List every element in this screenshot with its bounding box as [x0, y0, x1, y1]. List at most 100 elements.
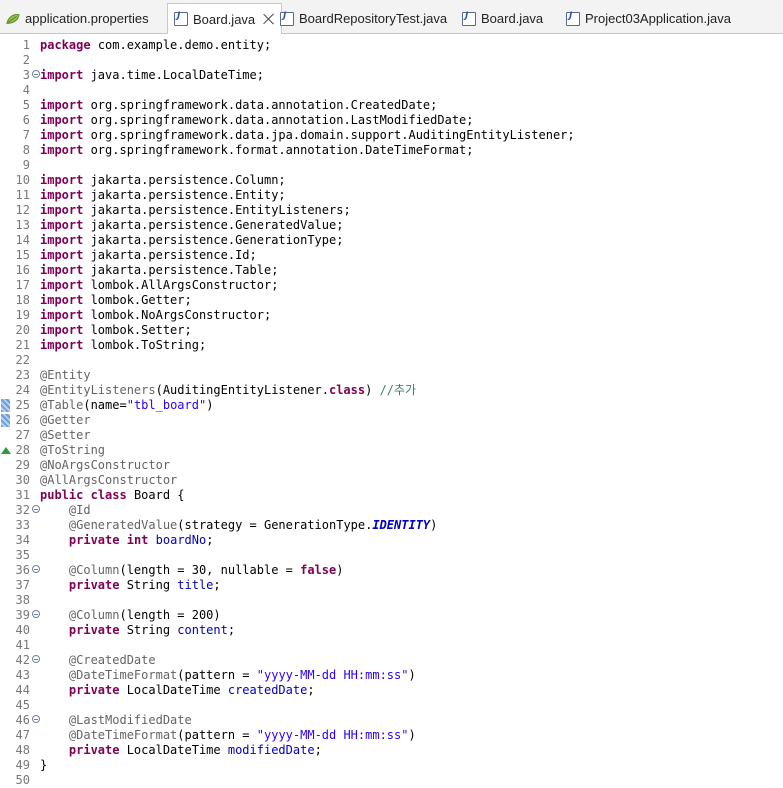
- line-number: 11: [15, 188, 30, 202]
- code-line[interactable]: 17 import lombok.AllArgsConstructor;: [0, 278, 783, 293]
- code-token: LocalDateTime: [119, 743, 228, 757]
- code-line[interactable]: 42 @CreatedDate: [0, 653, 783, 668]
- properties-leaf-icon: [6, 13, 20, 24]
- code-line[interactable]: 12 import jakarta.persistence.EntityListe…: [0, 203, 783, 218]
- code-line[interactable]: 37 private String title;: [0, 578, 783, 593]
- code-line[interactable]: 20 import lombok.Setter;: [0, 323, 783, 338]
- code-line[interactable]: 14 import jakarta.persistence.GenerationT…: [0, 233, 783, 248]
- code-line[interactable]: 38: [0, 593, 783, 608]
- code-line[interactable]: 5 import org.springframework.data.annotat…: [0, 98, 783, 113]
- code-token: ;: [314, 743, 322, 757]
- tab-application-properties[interactable]: application.properties: [6, 4, 149, 33]
- fold-collapse-icon[interactable]: [32, 715, 40, 723]
- code-text: import lombok.NoArgsConstructor;: [40, 308, 271, 323]
- code-text: public class Board {: [40, 488, 185, 503]
- code-line[interactable]: 10 import jakarta.persistence.Column;: [0, 173, 783, 188]
- code-editor[interactable]: 1 package com.example.demo.entity; 2 3 impor…: [0, 34, 783, 787]
- code-line[interactable]: 27 @Setter: [0, 428, 783, 443]
- tab-board-java[interactable]: J Board.java: [462, 4, 543, 33]
- code-token: @Entity: [40, 368, 91, 382]
- fold-collapse-icon[interactable]: [32, 565, 40, 573]
- code-token: "tbl_board": [126, 398, 207, 412]
- tab-board-java-active[interactable]: J Board.java: [167, 3, 283, 34]
- code-line[interactable]: 35: [0, 548, 783, 563]
- code-line[interactable]: 18 import lombok.Getter;: [0, 293, 783, 308]
- code-line[interactable]: 43 @DateTimeFormat(pattern = "yyyy-MM-dd…: [0, 668, 783, 683]
- code-line[interactable]: 50: [0, 773, 783, 788]
- fold-collapse-icon[interactable]: [32, 610, 40, 618]
- code-line[interactable]: 1 package com.example.demo.entity;: [0, 38, 783, 53]
- line-number: 31: [15, 488, 30, 502]
- code-line[interactable]: 32 @Id: [0, 503, 783, 518]
- line-number: 41: [15, 638, 30, 652]
- line-number: 32: [15, 503, 30, 517]
- code-line[interactable]: 41: [0, 638, 783, 653]
- code-token: IDENTITY: [372, 518, 431, 532]
- code-line[interactable]: 48 private LocalDateTime modifiedDate;: [0, 743, 783, 758]
- code-text: import org.springframework.data.annotati…: [40, 113, 474, 128]
- code-token: "yyyy-MM-dd HH:mm:ss": [256, 728, 409, 742]
- code-line[interactable]: 9: [0, 158, 783, 173]
- fold-collapse-icon[interactable]: [32, 655, 40, 663]
- code-token: jakarta.persistence.GenerationType;: [83, 233, 344, 247]
- code-token: import: [40, 323, 84, 337]
- code-line[interactable]: 28 @ToString: [0, 443, 783, 458]
- code-line[interactable]: 7 import org.springframework.data.jpa.dom…: [0, 128, 783, 143]
- code-token: jakarta.persistence.Id;: [83, 248, 257, 262]
- code-line[interactable]: 40 private String content;: [0, 623, 783, 638]
- code-line[interactable]: 11 import jakarta.persistence.Entity;: [0, 188, 783, 203]
- code-line[interactable]: 21 import lombok.ToString;: [0, 338, 783, 353]
- code-token: import: [40, 248, 84, 262]
- close-icon[interactable]: [263, 13, 275, 25]
- code-line[interactable]: 8 import org.springframework.format.annot…: [0, 143, 783, 158]
- code-line[interactable]: 33 @GeneratedValue(strategy = Generation…: [0, 518, 783, 533]
- code-line[interactable]: 47 @DateTimeFormat(pattern = "yyyy-MM-dd…: [0, 728, 783, 743]
- code-line[interactable]: 29 @NoArgsConstructor: [0, 458, 783, 473]
- code-line[interactable]: 2: [0, 53, 783, 68]
- code-token: class: [90, 488, 127, 502]
- code-line[interactable]: 4: [0, 83, 783, 98]
- line-number: 14: [15, 233, 30, 247]
- code-token: (AuditingEntityListener.: [155, 383, 329, 397]
- code-line[interactable]: 36 @Column(length = 30, nullable = false…: [0, 563, 783, 578]
- code-token: import: [40, 188, 84, 202]
- code-line[interactable]: 15 import jakarta.persistence.Id;: [0, 248, 783, 263]
- tab-boardrepositorytest-java[interactable]: J BoardRepositoryTest.java: [280, 4, 447, 33]
- tab-project03application-java[interactable]: J Project03Application.java: [566, 4, 731, 33]
- code-line[interactable]: 13 import jakarta.persistence.GeneratedVa…: [0, 218, 783, 233]
- code-text: @GeneratedValue(strategy = GenerationTyp…: [40, 518, 437, 533]
- code-line[interactable]: 3 import java.time.LocalDateTime;: [0, 68, 783, 83]
- code-text: import lombok.Getter;: [40, 293, 192, 308]
- code-line[interactable]: 31 public class Board {: [0, 488, 783, 503]
- code-line[interactable]: 25 @Table(name="tbl_board"): [0, 398, 783, 413]
- code-line[interactable]: 45: [0, 698, 783, 713]
- code-line[interactable]: 23 @Entity: [0, 368, 783, 383]
- code-line[interactable]: 6 import org.springframework.data.annotat…: [0, 113, 783, 128]
- code-line[interactable]: 24 @EntityListeners(AuditingEntityListene…: [0, 383, 783, 398]
- code-text: @CreatedDate: [40, 653, 156, 668]
- fold-collapse-icon[interactable]: [32, 505, 40, 513]
- code-line[interactable]: 16 import jakarta.persistence.Table;: [0, 263, 783, 278]
- fold-collapse-icon[interactable]: [32, 70, 40, 78]
- code-token: private: [68, 623, 120, 637]
- code-token: lombok.NoArgsConstructor;: [83, 308, 272, 322]
- code-line[interactable]: 26 @Getter: [0, 413, 783, 428]
- code-line[interactable]: 34 private int boardNo;: [0, 533, 783, 548]
- line-number: 47: [15, 728, 30, 742]
- line-number: 6: [22, 113, 30, 127]
- code-line[interactable]: 39 @Column(length = 200): [0, 608, 783, 623]
- code-token: ): [336, 563, 344, 577]
- code-line[interactable]: 46 @LastModifiedDate: [0, 713, 783, 728]
- code-line[interactable]: 22: [0, 353, 783, 368]
- code-line[interactable]: 49}: [0, 758, 783, 773]
- line-number: 46: [15, 713, 30, 727]
- code-text: private LocalDateTime createdDate;: [40, 683, 315, 698]
- code-line[interactable]: 44 private LocalDateTime createdDate;: [0, 683, 783, 698]
- code-text: import jakarta.persistence.EntityListene…: [40, 203, 351, 218]
- code-line[interactable]: 19 import lombok.NoArgsConstructor;: [0, 308, 783, 323]
- code-line[interactable]: 30 @AllArgsConstructor: [0, 473, 783, 488]
